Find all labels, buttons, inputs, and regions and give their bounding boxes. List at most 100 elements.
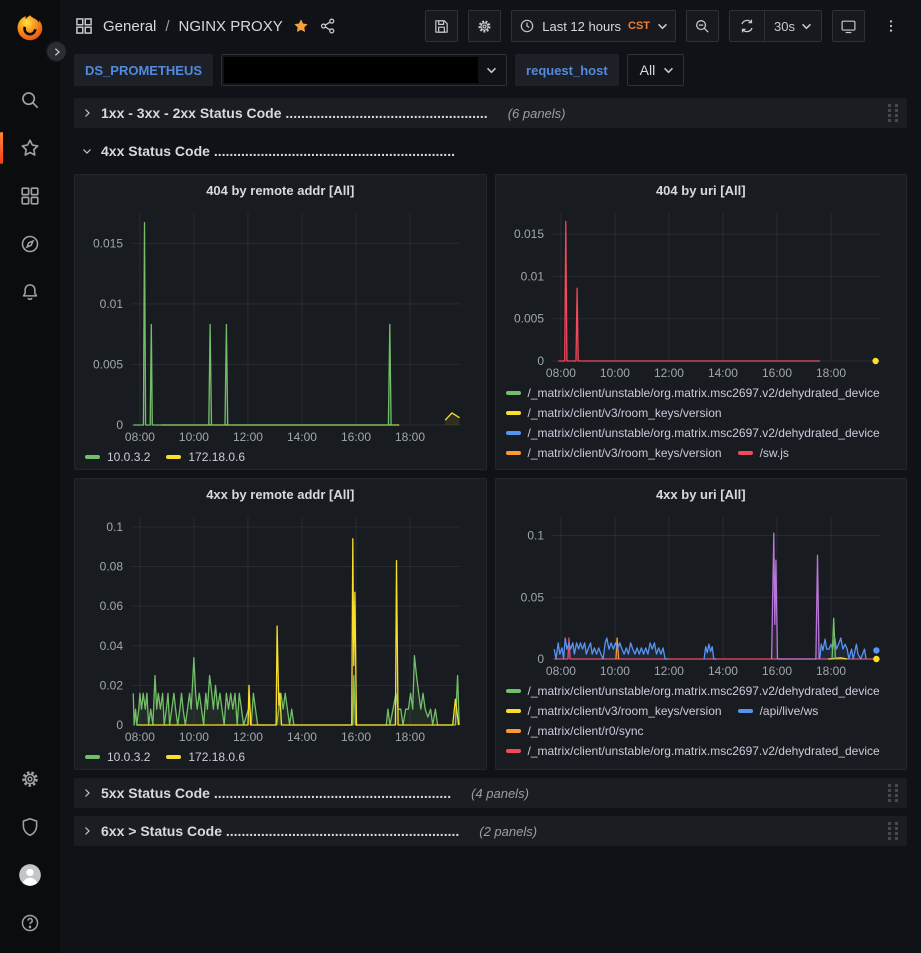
legend-item[interactable]: /_matrix/client/unstable/org.matrix.msc2… xyxy=(506,684,880,698)
navbar-actions: Last 12 hours CST 30s xyxy=(425,10,907,42)
sidebar-item-search[interactable] xyxy=(8,80,52,120)
svg-text:14:00: 14:00 xyxy=(707,366,737,380)
tv-mode-button[interactable] xyxy=(832,10,865,42)
row-drag-handle[interactable] xyxy=(887,104,900,123)
chart-svg: 08:0010:0012:0014:0016:0018:0000.0050.01… xyxy=(506,205,897,383)
panel-legend: /_matrix/client/unstable/org.matrix.msc2… xyxy=(506,681,897,763)
row-header-5xx[interactable]: 5xx Status Code ........................… xyxy=(74,778,907,808)
svg-text:0.01: 0.01 xyxy=(520,269,544,283)
refresh-interval-dropdown[interactable]: 30s xyxy=(764,11,821,41)
panel-legend: 10.0.3.2 172.18.0.6 xyxy=(85,747,476,763)
search-icon xyxy=(19,89,41,111)
timeseries-chart[interactable]: 08:0010:0012:0014:0016:0018:0000.0050.01… xyxy=(506,205,897,383)
svg-text:18:00: 18:00 xyxy=(816,366,846,380)
share-icon[interactable] xyxy=(319,17,337,35)
chevron-down-icon xyxy=(81,145,93,157)
legend-label: /_matrix/client/unstable/org.matrix.msc2… xyxy=(528,426,880,440)
row-header-4xx[interactable]: 4xx Status Code ........................… xyxy=(74,136,907,166)
legend-swatch xyxy=(738,451,753,455)
legend-label: /_matrix/client/unstable/org.matrix.msc2… xyxy=(528,386,880,400)
favorite-star-icon[interactable] xyxy=(292,17,310,35)
legend-item[interactable]: /_matrix/client/unstable/org.matrix.msc2… xyxy=(506,744,880,758)
sidebar-item-dashboards[interactable] xyxy=(8,176,52,216)
grafana-logo[interactable] xyxy=(8,6,52,50)
timezone-label: CST xyxy=(628,20,650,32)
svg-text:0.05: 0.05 xyxy=(520,590,544,604)
row-panel-count: (6 panels) xyxy=(508,106,566,121)
legend-item[interactable]: /_matrix/client/v3/room_keys/version xyxy=(506,446,722,460)
zoom-out-time-button[interactable] xyxy=(686,10,719,42)
breadcrumb-section[interactable]: General xyxy=(103,18,156,35)
legend-label: /_matrix/client/v3/room_keys/version xyxy=(528,446,722,460)
timeseries-chart[interactable]: 08:0010:0012:0014:0016:0018:0000.0050.01… xyxy=(85,205,476,447)
variable-select-ds-prometheus[interactable] xyxy=(221,54,507,86)
legend-item[interactable]: /sw.js xyxy=(738,446,789,460)
svg-text:16:00: 16:00 xyxy=(761,366,791,380)
refresh-button[interactable] xyxy=(730,11,764,41)
legend-item[interactable]: 172.18.0.6 xyxy=(166,750,245,763)
legend-item[interactable]: 10.0.3.2 xyxy=(85,450,150,463)
save-dashboard-button[interactable] xyxy=(425,10,458,42)
svg-text:18:00: 18:00 xyxy=(395,430,425,444)
dashboard-settings-button[interactable] xyxy=(468,10,501,42)
row-title: 5xx Status Code ........................… xyxy=(101,785,451,801)
sidebar-item-profile[interactable] xyxy=(8,855,52,895)
svg-text:0.04: 0.04 xyxy=(100,639,124,653)
sidebar-item-server-admin[interactable] xyxy=(8,807,52,847)
sidebar-expand-button[interactable] xyxy=(45,40,68,63)
legend-item[interactable]: 172.18.0.6 xyxy=(166,450,245,463)
panel-title[interactable]: 404 by remote addr [All] xyxy=(85,175,476,205)
time-range-picker[interactable]: Last 12 hours CST xyxy=(511,10,676,42)
grafana-logo-icon xyxy=(15,13,45,43)
sidebar-item-help[interactable] xyxy=(8,903,52,943)
breadcrumb-dashboard-title[interactable]: NGINX PROXY xyxy=(179,18,283,35)
legend-label: /_matrix/client/v3/room_keys/version xyxy=(528,704,722,718)
kebab-menu-button[interactable] xyxy=(875,10,907,42)
legend-item[interactable]: 10.0.3.2 xyxy=(85,750,150,763)
sidebar xyxy=(0,0,60,953)
legend-label: /_matrix/client/r0/sync xyxy=(528,724,644,738)
row-header-1xx-3xx-2xx[interactable]: 1xx - 3xx - 2xx Status Code ............… xyxy=(74,98,907,128)
legend-label: /_matrix/client/unstable/org.matrix.msc2… xyxy=(528,744,880,758)
dashboard-navbar: General / NGINX PROXY xyxy=(60,0,921,52)
chevron-down-icon xyxy=(655,67,681,74)
legend-swatch xyxy=(85,455,100,459)
legend-item[interactable]: /_matrix/client/v3/room_keys/version xyxy=(506,406,722,420)
row-title: 6xx > Status Code ......................… xyxy=(101,823,459,839)
row-header-6xx[interactable]: 6xx > Status Code ......................… xyxy=(74,816,907,846)
zoom-out-icon xyxy=(694,18,711,35)
legend-label: /_matrix/client/unstable/org.matrix.msc2… xyxy=(528,684,880,698)
sidebar-item-configuration[interactable] xyxy=(8,759,52,799)
sidebar-item-explore[interactable] xyxy=(8,224,52,264)
row-title: 1xx - 3xx - 2xx Status Code ............… xyxy=(101,105,488,121)
refresh-controls: 30s xyxy=(729,10,822,42)
panel-title[interactable]: 4xx by uri [All] xyxy=(506,479,897,509)
chevron-down-icon xyxy=(657,23,668,30)
sidebar-item-starred[interactable] xyxy=(8,128,52,168)
svg-text:0: 0 xyxy=(537,354,544,368)
dashboard-canvas: 1xx - 3xx - 2xx Status Code ............… xyxy=(60,96,921,846)
legend-item[interactable]: /_matrix/client/v3/room_keys/version xyxy=(506,704,722,718)
variable-label-request-host: request_host xyxy=(515,54,619,86)
panel-title[interactable]: 404 by uri [All] xyxy=(506,175,897,205)
svg-text:0.01: 0.01 xyxy=(100,297,124,311)
chevron-right-icon xyxy=(81,825,93,837)
legend-item[interactable]: /api/live/ws xyxy=(738,704,819,718)
legend-swatch xyxy=(506,729,521,733)
legend-item[interactable]: /_matrix/client/unstable/org.matrix.msc2… xyxy=(506,386,880,400)
timeseries-chart[interactable]: 08:0010:0012:0014:0016:0018:0000.020.040… xyxy=(85,509,476,747)
legend-swatch xyxy=(506,689,521,693)
panel-title[interactable]: 4xx by remote addr [All] xyxy=(85,479,476,509)
row-drag-handle[interactable] xyxy=(887,822,900,841)
legend-item[interactable]: /_matrix/client/unstable/org.matrix.msc2… xyxy=(506,426,880,440)
svg-text:12:00: 12:00 xyxy=(233,430,263,444)
svg-text:0.08: 0.08 xyxy=(100,560,124,574)
sidebar-item-alerting[interactable] xyxy=(8,272,52,312)
timeseries-chart[interactable]: 08:0010:0012:0014:0016:0018:0000.050.1 xyxy=(506,509,897,681)
sidebar-active-indicator xyxy=(0,132,3,164)
row-drag-handle[interactable] xyxy=(887,784,900,803)
panel-404-by-remote-addr: 404 by remote addr [All] 08:0010:0012:00… xyxy=(74,174,487,470)
variable-select-request-host[interactable]: All xyxy=(627,54,685,86)
legend-item[interactable]: /_matrix/client/r0/sync xyxy=(506,724,644,738)
svg-text:0: 0 xyxy=(116,718,123,732)
